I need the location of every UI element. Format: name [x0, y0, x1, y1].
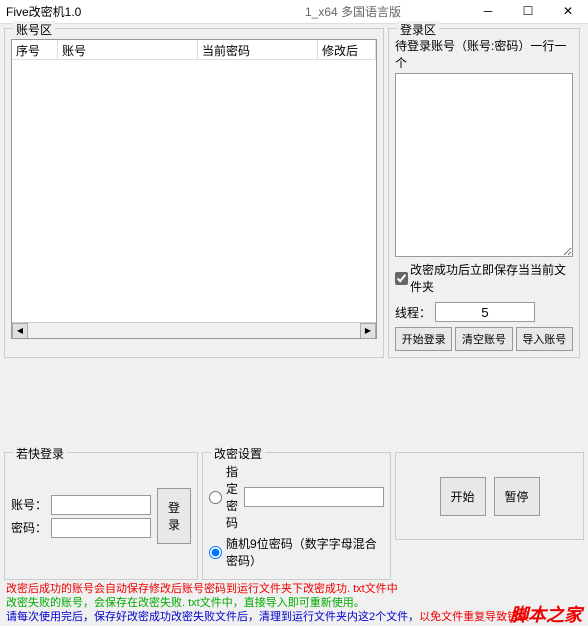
footer-notes: 改密后成功的账号会自动保存修改后账号密码到运行文件夹下改密成功. txt文件中 … — [0, 580, 588, 626]
maximize-button[interactable]: ☐ — [508, 0, 548, 22]
save-on-success-checkbox[interactable] — [395, 272, 408, 285]
window-controls: ─ ☐ ✕ — [468, 0, 588, 22]
thread-input[interactable] — [435, 302, 535, 322]
note-line-3a: 请每次使用完后，保存好改密成功改密失败文件后，清理到运行文件夹内这2个文件， — [6, 611, 419, 623]
random-pw-label: 随机9位密码（数字字母混合密码） — [226, 535, 384, 569]
pending-accounts-label: 待登录账号（账号:密码）一行一个 — [395, 37, 573, 71]
watermark: 脚本之家 — [510, 608, 582, 622]
pw-settings-title: 改密设置 — [211, 445, 265, 462]
horizontal-scrollbar[interactable]: ◀ ▶ — [12, 322, 376, 338]
account-table: 序号 账号 当前密码 修改后 ◀ ▶ — [11, 39, 377, 339]
note-line-1: 改密后成功的账号会自动保存修改后账号密码到运行文件夹下改密成功. txt文件中 — [6, 583, 398, 595]
account-area-group: 账号区 序号 账号 当前密码 修改后 ◀ ▶ — [4, 28, 384, 358]
action-group: 开始 暂停 — [395, 452, 584, 540]
specified-pw-input[interactable] — [244, 487, 384, 507]
table-header: 序号 账号 当前密码 修改后 — [12, 40, 376, 60]
bg-window-fragment: 1_x64 多国语言版 — [305, 3, 401, 20]
minimize-button[interactable]: ─ — [468, 0, 508, 22]
start-login-button[interactable]: 开始登录 — [395, 327, 452, 351]
titlebar: Five改密机1.0 1_x64 多国语言版 ─ ☐ ✕ — [0, 0, 588, 24]
start-button[interactable]: 开始 — [440, 477, 486, 516]
specified-pw-radio[interactable] — [209, 491, 222, 504]
col-new-pw[interactable]: 修改后 — [318, 40, 376, 59]
import-accounts-button[interactable]: 导入账号 — [516, 327, 573, 351]
login-area-title: 登录区 — [397, 21, 439, 38]
specified-pw-label: 指定密码 — [226, 463, 240, 531]
clear-accounts-button[interactable]: 清空账号 — [455, 327, 512, 351]
login-area-group: 登录区 待登录账号（账号:密码）一行一个 改密成功后立即保存当当前文件夹 线程：… — [388, 28, 580, 358]
thread-label: 线程： — [395, 304, 431, 321]
random-pw-radio[interactable] — [209, 546, 222, 559]
quick-login-title: 若快登录 — [13, 445, 67, 462]
window-title: Five改密机1.0 — [6, 3, 81, 20]
ql-password-input[interactable] — [51, 518, 151, 538]
pause-button[interactable]: 暂停 — [494, 477, 540, 516]
scroll-right-icon[interactable]: ▶ — [360, 323, 376, 339]
password-settings-group: 改密设置 指定密码 随机9位密码（数字字母混合密码） — [202, 452, 391, 580]
ql-login-button[interactable]: 登录 — [157, 488, 191, 544]
ql-account-label: 账号： — [11, 496, 47, 513]
table-body — [12, 60, 376, 318]
scroll-left-icon[interactable]: ◀ — [12, 323, 28, 339]
col-seq[interactable]: 序号 — [12, 40, 58, 59]
ql-password-label: 密码： — [11, 519, 47, 536]
pending-accounts-input[interactable] — [395, 73, 573, 257]
account-area-title: 账号区 — [13, 21, 55, 38]
quick-login-group: 若快登录 账号： 密码： 登录 — [4, 452, 198, 580]
col-current-pw[interactable]: 当前密码 — [198, 40, 318, 59]
save-on-success-label: 改密成功后立即保存当当前文件夹 — [410, 261, 573, 295]
note-line-2: 改密失败的账号，会保存在改密失败. txt文件中，直接导入即可重新使用。 — [6, 597, 365, 609]
col-account[interactable]: 账号 — [58, 40, 198, 59]
close-button[interactable]: ✕ — [548, 0, 588, 22]
ql-account-input[interactable] — [51, 495, 151, 515]
